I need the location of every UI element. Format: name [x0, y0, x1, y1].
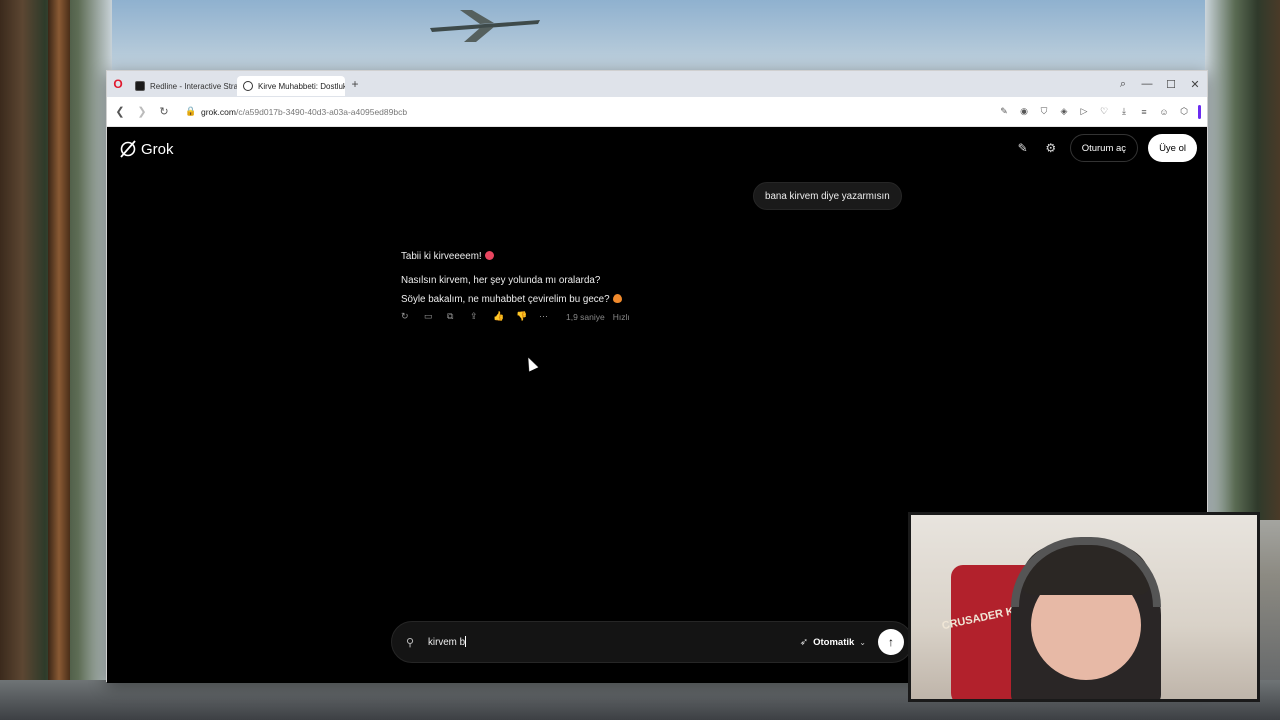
assistant-line: Nasılsın kirvem, her şey yolunda mı oral…: [401, 275, 601, 286]
thumbs-up-icon[interactable]: 👍: [493, 311, 516, 322]
shield-icon[interactable]: ⛉: [1034, 106, 1054, 117]
logo-text: Grok: [141, 140, 174, 158]
assistant-message: Tabii ki kirveeeem! Nasılsın kirvem, her…: [401, 247, 622, 314]
wallpaper-sky: [110, 0, 1210, 72]
assistant-line: Söyle bakalım, ne muhabbet çevirelim bu …: [401, 294, 610, 305]
redline-favicon-icon: [135, 81, 145, 91]
vpn-icon[interactable]: ◈: [1054, 106, 1074, 117]
download-icon[interactable]: ⤓: [1114, 106, 1134, 117]
fire-emoji-icon: [612, 294, 622, 303]
profile-icon[interactable]: ☺: [1154, 107, 1174, 117]
sign-up-button[interactable]: Üye ol: [1148, 134, 1197, 162]
chat-composer[interactable]: ⚲ kirvem b ➶ Otomatik ⌄ ↑: [391, 621, 913, 663]
message-input[interactable]: kirvem b: [428, 636, 800, 648]
opera-logo-icon[interactable]: O: [107, 71, 129, 97]
settings-gear-icon[interactable]: ⚙: [1042, 134, 1060, 162]
sidebar-accent-bar: [1198, 104, 1201, 119]
wallpaper-tree-right: [1205, 0, 1280, 520]
message-input-value: kirvem b: [428, 637, 466, 648]
comment-icon[interactable]: ▭: [424, 311, 447, 322]
share-icon[interactable]: ⇪: [470, 311, 493, 322]
heart-icon[interactable]: ♡: [1094, 106, 1114, 117]
address-bar: ❮ ❯ ↻ 🔒 grok.com/c/a59d017b-3490-40d3-a0…: [107, 97, 1207, 127]
play-icon[interactable]: ▷: [1074, 106, 1094, 117]
webcam-overlay: CRUSADER KINGS: [908, 512, 1260, 702]
message-actions: ↻ ▭ ⧉ ⇪ 👍 👎 ⋯ 1,9 saniye Hızlı: [401, 311, 630, 322]
sign-in-button[interactable]: Oturum aç: [1069, 134, 1139, 162]
copy-icon[interactable]: ⧉: [447, 311, 470, 322]
url-field[interactable]: grok.com/c/a59d017b-3490-40d3-a03a-a4095…: [201, 107, 407, 117]
user-message-bubble: bana kirvem diye yazarmısın: [753, 182, 902, 210]
extensions-icon[interactable]: ⬡: [1174, 106, 1194, 117]
url-domain: grok.com: [201, 106, 236, 117]
minimize-icon[interactable]: —: [1135, 78, 1159, 90]
more-options-icon[interactable]: ⋯: [539, 311, 562, 322]
forward-icon[interactable]: ❯: [131, 105, 153, 118]
tab-redline[interactable]: Redline - Interactive Strate: [129, 76, 237, 96]
back-icon[interactable]: ❮: [109, 105, 131, 118]
new-chat-icon[interactable]: ✎: [1014, 134, 1032, 162]
mode-selector[interactable]: ➶ Otomatik ⌄: [800, 637, 866, 648]
response-time: 1,9 saniye: [566, 311, 605, 322]
mode-tag: Hızlı: [612, 311, 630, 322]
maximize-icon[interactable]: ☐: [1159, 78, 1183, 91]
extension-icons: ✎ ◉ ⛉ ◈ ▷ ♡ ⤓ ≡ ☺ ⬡: [994, 104, 1207, 119]
send-button[interactable]: ↑: [878, 629, 904, 655]
tab-bar: O Redline - Interactive Strate Kirve Muh…: [107, 71, 1207, 97]
reload-icon[interactable]: ↻: [153, 105, 175, 118]
thumbs-down-icon[interactable]: 👎: [516, 311, 539, 322]
new-tab-button[interactable]: +: [345, 77, 365, 91]
lock-icon[interactable]: 🔒: [183, 106, 199, 117]
regenerate-icon[interactable]: ↻: [401, 311, 424, 322]
rocket-icon: ➶: [799, 636, 809, 648]
window-controls: ⌕ — ☐ ✕: [1111, 71, 1207, 97]
url-path: /c/a59d017b-3490-40d3-a03a-a4095ed89bcb: [235, 106, 408, 117]
search-tabs-icon[interactable]: ⌕: [1111, 78, 1135, 91]
heart-eyes-emoji-icon: [484, 251, 494, 260]
chevron-down-icon: ⌄: [859, 637, 866, 647]
close-icon[interactable]: ✕: [1183, 78, 1207, 91]
edit-icon[interactable]: ✎: [994, 106, 1014, 117]
mode-label: Otomatik: [813, 636, 855, 648]
wallpaper-plane-icon: [430, 10, 540, 42]
wallpaper-tree-left: [0, 0, 112, 720]
menu-icon[interactable]: ≡: [1134, 107, 1154, 117]
tab-title: Redline - Interactive Strate: [150, 81, 237, 91]
header-actions: ✎ ⚙ Oturum aç Üye ol: [1014, 134, 1197, 162]
attach-paperclip-icon[interactable]: ⚲: [406, 636, 424, 649]
tab-kirve-muhabbeti[interactable]: Kirve Muhabbeti: Dostluk: [237, 76, 345, 96]
grok-logo[interactable]: Grok: [119, 140, 174, 158]
text-caret: [465, 636, 467, 647]
grok-logo-icon: [120, 140, 136, 158]
assistant-line: Tabii ki kirveeeem!: [401, 251, 482, 262]
tab-title: Kirve Muhabbeti: Dostluk: [258, 81, 345, 91]
camera-icon[interactable]: ◉: [1014, 106, 1034, 117]
grok-favicon-icon: [243, 81, 253, 91]
